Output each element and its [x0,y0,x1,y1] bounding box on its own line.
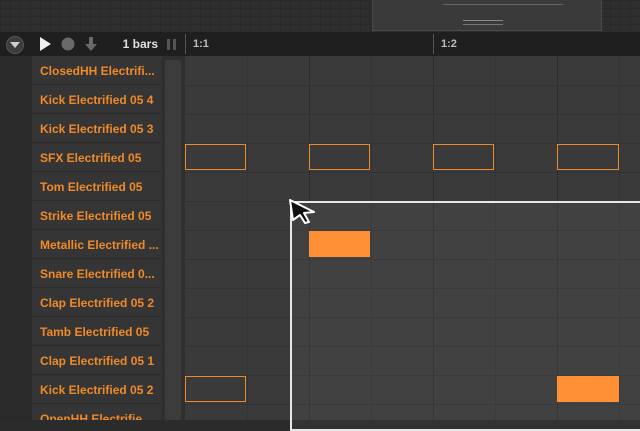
track-name-row[interactable]: Kick Electrified 05 3 [32,114,161,143]
track-name-row[interactable]: ClosedHH Electrifi... [32,56,161,85]
track-name-label: Snare Electrified 0... [40,267,155,281]
record-icon[interactable] [60,36,76,52]
mouse-pointer-icon [288,198,318,229]
track-scrollbar[interactable] [165,60,181,420]
track-name-label: Clap Electrified 05 2 [40,296,155,310]
track-name-row[interactable]: Snare Electrified 0... [32,259,161,288]
track-name-label: Clap Electrified 05 1 [40,354,155,368]
background-desktop [0,0,640,32]
step-note[interactable] [433,144,494,170]
step-note[interactable] [185,144,246,170]
timeline-ruler[interactable]: 1:1 1:2 [185,32,640,56]
track-name-label: Kick Electrified 05 3 [40,122,154,136]
bars-length-label[interactable]: 1 bars [104,37,158,51]
track-name-row[interactable]: Clap Electrified 05 1 [32,346,161,375]
track-name-label: Strike Electrified 05 [40,209,152,223]
collapse-chevron-icon[interactable] [6,36,24,54]
pause-icon[interactable] [166,39,178,51]
play-icon[interactable] [38,36,52,52]
track-name-label: Kick Electrified 05 2 [40,383,154,397]
track-name-label: Kick Electrified 05 4 [40,93,154,107]
track-name-row[interactable]: SFX Electrified 05 [32,143,161,172]
track-name-label: Tamb Electrified 05 [40,325,150,339]
track-name-row[interactable]: Tom Electrified 05 [32,172,161,201]
track-list: ClosedHH Electrifi... Kick Electrified 0… [32,56,161,420]
track-name-label: Tom Electrified 05 [40,180,143,194]
track-name-row[interactable]: Metallic Electrified ... [32,230,161,259]
ruler-marker-1-1: 1:1 [193,38,209,50]
step-note[interactable] [557,144,619,170]
selection-rectangle [290,201,640,431]
track-name-row[interactable]: Tamb Electrified 05 [32,317,161,346]
track-name-row[interactable]: Clap Electrified 05 2 [32,288,161,317]
track-name-label: ClosedHH Electrifi... [40,64,155,78]
ruler-marker-1-2: 1:2 [441,38,457,50]
step-note[interactable] [309,144,370,170]
track-name-label: Metallic Electrified ... [40,238,159,252]
track-name-label: OpenHH Electrifie... [40,412,153,420]
step-note[interactable] [185,376,246,402]
track-name-label: SFX Electrified 05 [40,151,142,165]
track-name-row[interactable]: OpenHH Electrifie... [32,404,161,420]
track-name-row[interactable]: Strike Electrified 05 [32,201,161,230]
track-name-row[interactable]: Kick Electrified 05 4 [32,85,161,114]
left-gutter [0,56,32,420]
background-window [372,0,602,31]
track-name-row[interactable]: Kick Electrified 05 2 [32,375,161,404]
download-arrow-icon[interactable] [84,36,98,52]
